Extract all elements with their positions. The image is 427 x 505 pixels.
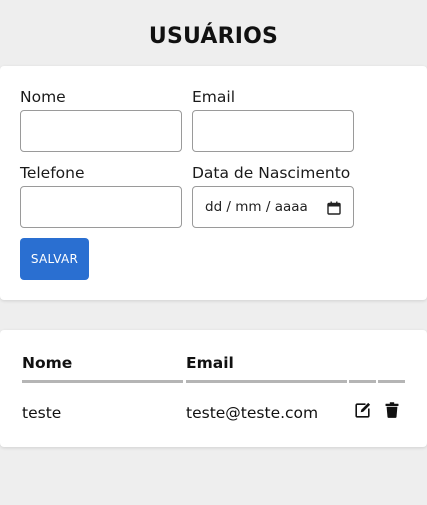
trash-icon[interactable] [385,402,401,418]
phone-label: Telefone [20,164,85,182]
header-divider [349,380,376,383]
column-header-email: Email [186,354,234,372]
users-table-card: Nome Email teste teste@teste.com [0,330,427,447]
birth-date-input[interactable]: dd / mm / aaaa [192,186,354,228]
name-input[interactable] [20,110,182,152]
edit-icon[interactable] [355,402,371,418]
name-label: Nome [20,88,66,106]
birth-date-placeholder: dd / mm / aaaa [205,199,308,215]
page-title: USUÁRIOS [148,24,279,49]
email-label: Email [192,88,236,106]
column-header-name: Nome [22,354,73,372]
email-input[interactable] [192,110,354,152]
cell-name: teste [22,404,62,422]
header-divider [378,380,405,383]
phone-input[interactable] [20,186,182,228]
header-divider [186,380,347,383]
save-button[interactable]: SALVAR [20,238,89,280]
birth-date-label: Data de Nascimento [192,164,351,182]
calendar-icon[interactable] [327,200,341,215]
cell-email: teste@teste.com [186,404,319,422]
header-divider [22,380,183,383]
user-form-card: Nome Email Telefone Data de Nascimento d… [0,66,427,300]
